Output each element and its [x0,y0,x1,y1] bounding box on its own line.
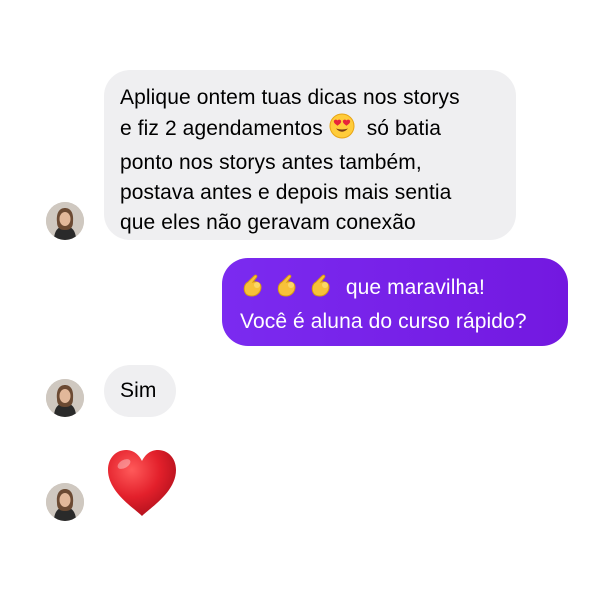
chat-thread: Aplique ontem tuas dicas nos storys e fi… [0,0,600,600]
pinching-hand-emoji-icon [240,272,266,307]
message-text-line: Sim [120,379,157,402]
profile-photo-icon [46,483,84,521]
message-text-line: ponto nos storys antes também, [120,151,422,174]
contact-avatar[interactable] [46,483,84,521]
contact-avatar[interactable] [46,202,84,240]
message-text-line: Você é aluna do curso rápido? [240,310,527,333]
contact-avatar[interactable] [46,379,84,417]
pinching-hand-emoji-icon [274,272,300,307]
pinching-hand-emoji-icon [308,272,334,307]
message-text-line: Aplique ontem tuas dicas nos storys [120,86,460,109]
message-text-line: que eles não geravam conexão [120,211,416,234]
message-text-line: que maravilha! [240,272,527,307]
incoming-message-bubble[interactable]: Sim [104,365,176,417]
profile-photo-icon [46,379,84,417]
heart-eyes-emoji-icon [329,113,355,148]
red-heart-emoji-icon[interactable] [104,446,180,518]
profile-photo-icon [46,202,84,240]
outgoing-message-bubble[interactable]: que maravilha! Você é aluna do curso ráp… [222,258,568,346]
message-text-line: e fiz 2 agendamentos só batia [120,113,460,148]
incoming-message-bubble[interactable]: Aplique ontem tuas dicas nos storys e fi… [104,70,516,240]
message-text-line: postava antes e depois mais sentia [120,181,452,204]
